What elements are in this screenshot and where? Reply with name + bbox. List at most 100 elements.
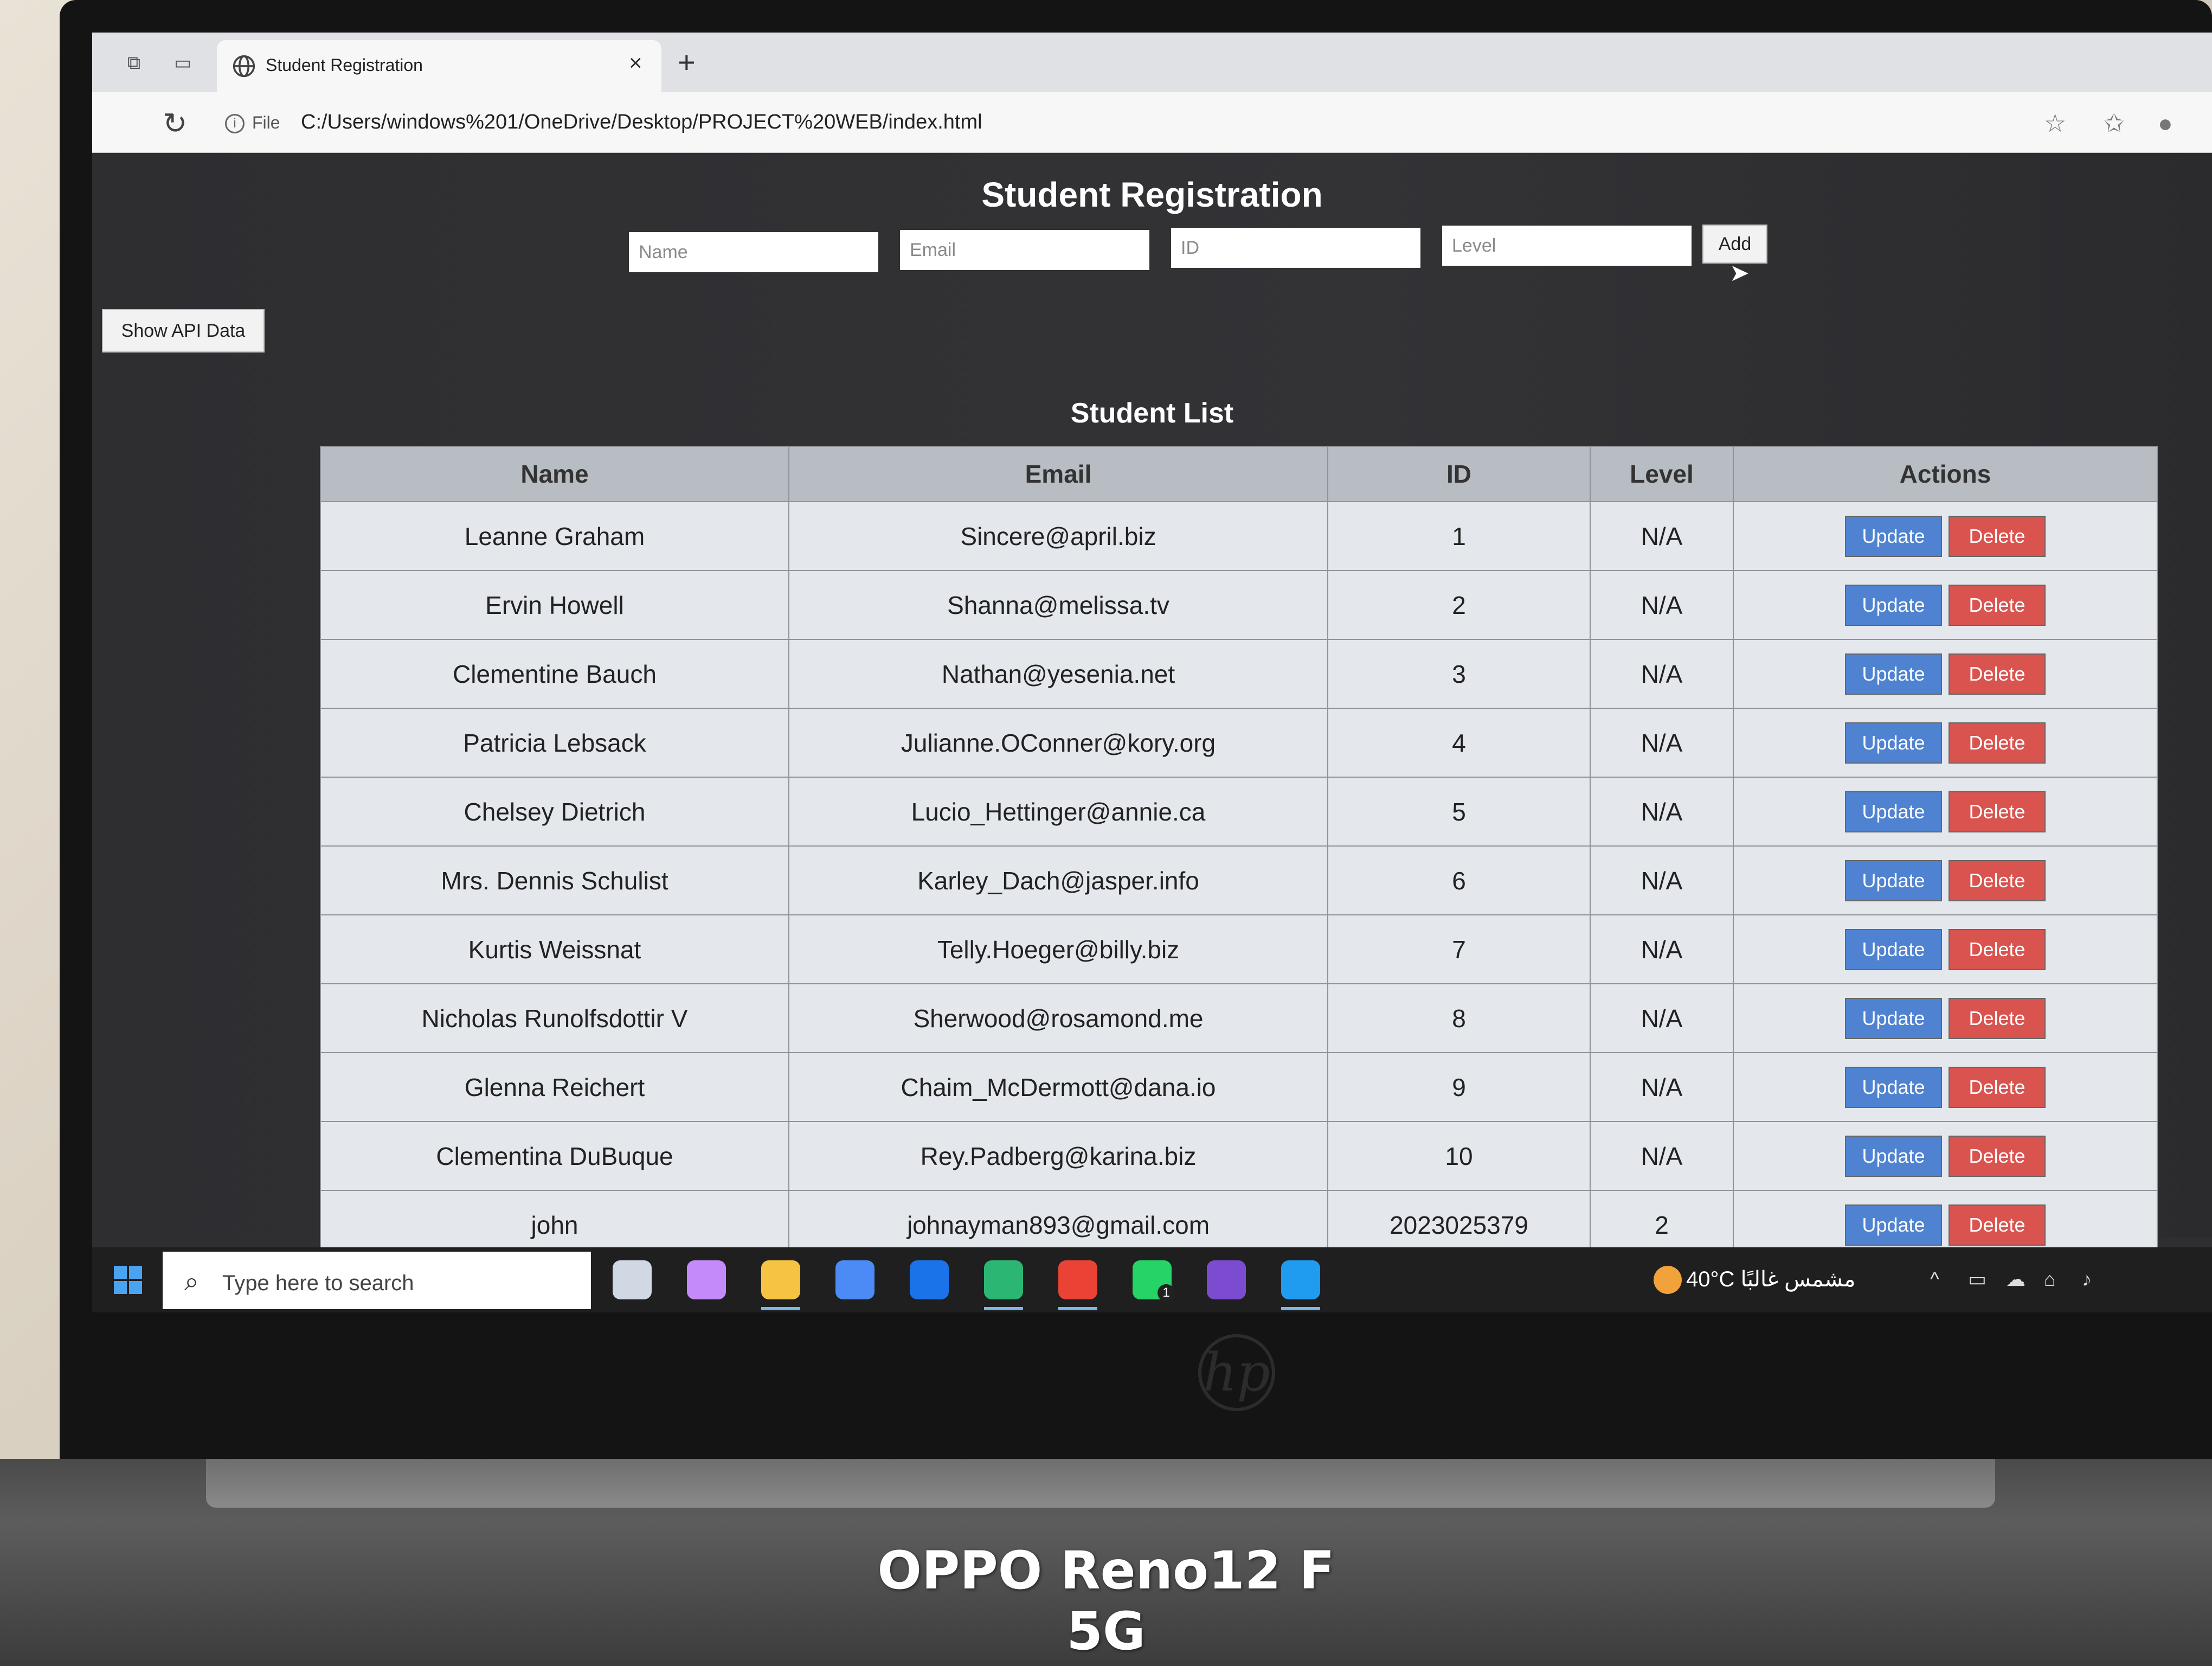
search-icon: ⌕ bbox=[184, 1267, 199, 1296]
cell-email: Nathan@yesenia.net bbox=[788, 639, 1328, 709]
visual-studio-icon[interactable] bbox=[1207, 1260, 1246, 1299]
store-icon[interactable] bbox=[835, 1260, 874, 1299]
update-button[interactable]: Update bbox=[1845, 928, 1942, 970]
close-tab-icon[interactable]: × bbox=[629, 50, 642, 76]
copilot-icon[interactable] bbox=[687, 1260, 726, 1299]
cell-level: N/A bbox=[1590, 1121, 1734, 1191]
laptop-hinge bbox=[206, 1459, 1995, 1508]
cell-name: Leanne Graham bbox=[320, 501, 789, 571]
page-content: Student Registration Add ➤ Show API Data… bbox=[92, 153, 2212, 1260]
delete-button[interactable]: Delete bbox=[1949, 515, 2046, 557]
screen: ⧉ ▭ Student Registration × + ↻ i File C:… bbox=[92, 33, 2212, 1312]
delete-button[interactable]: Delete bbox=[1949, 860, 2046, 901]
update-button[interactable]: Update bbox=[1845, 1135, 1942, 1177]
cell-level: N/A bbox=[1590, 845, 1734, 915]
update-button[interactable]: Update bbox=[1845, 584, 1942, 626]
windows-start-icon[interactable] bbox=[114, 1266, 142, 1294]
cell-id: 4 bbox=[1327, 708, 1591, 778]
whatsapp-icon[interactable]: 1 bbox=[1133, 1260, 1175, 1302]
cell-email: Karley_Dach@jasper.info bbox=[788, 845, 1328, 915]
network-icon[interactable]: ⌂ bbox=[2044, 1268, 2056, 1291]
table-row: Clementina DuBuque Rey.Padberg@karina.biz… bbox=[320, 1121, 2158, 1191]
show-api-data-button[interactable]: Show API Data bbox=[102, 309, 265, 353]
outlook-icon[interactable] bbox=[910, 1260, 949, 1299]
onedrive-icon[interactable]: ☁ bbox=[2006, 1268, 2025, 1291]
delete-button[interactable]: Delete bbox=[1949, 653, 2046, 695]
chrome-icon[interactable] bbox=[1058, 1260, 1097, 1299]
email-input[interactable] bbox=[900, 230, 1149, 270]
vscode-icon[interactable] bbox=[1281, 1260, 1320, 1299]
delete-button[interactable]: Delete bbox=[1949, 928, 2046, 970]
page-title: Student Registration bbox=[981, 175, 1323, 214]
cell-id: 2 bbox=[1327, 570, 1591, 640]
cell-id: 3 bbox=[1327, 639, 1591, 709]
delete-button[interactable]: Delete bbox=[1949, 584, 2046, 626]
add-button[interactable]: Add bbox=[1702, 225, 1767, 264]
delete-button[interactable]: Delete bbox=[1949, 722, 2046, 764]
info-icon[interactable]: i bbox=[225, 114, 245, 133]
table-row: Patricia Lebsack Julianne.OConner@kory.or… bbox=[320, 708, 2158, 778]
browser-tab[interactable]: Student Registration × bbox=[217, 40, 661, 92]
cell-actions: Update Delete bbox=[1733, 914, 2158, 984]
update-button[interactable]: Update bbox=[1845, 722, 1942, 764]
column-header-actions: Actions bbox=[1733, 446, 2158, 502]
url-field[interactable]: C:/Users/windows%201/OneDrive/Desktop/PR… bbox=[301, 111, 982, 134]
delete-button[interactable]: Delete bbox=[1949, 997, 2046, 1039]
cell-email: Lucio_Hettinger@annie.ca bbox=[788, 777, 1328, 847]
new-tab-button[interactable]: + bbox=[678, 44, 696, 80]
table-row: Leanne Graham Sincere@april.biz 1 N/A Update… bbox=[320, 501, 2158, 571]
update-button[interactable]: Update bbox=[1845, 860, 1942, 901]
weather-icon[interactable] bbox=[1654, 1266, 1682, 1294]
level-input[interactable] bbox=[1442, 226, 1692, 266]
update-button[interactable]: Update bbox=[1845, 1204, 1942, 1246]
volume-icon[interactable]: ♪ bbox=[2082, 1268, 2092, 1291]
update-button[interactable]: Update bbox=[1845, 1066, 1942, 1108]
favorites-icon[interactable]: ✩ bbox=[2104, 108, 2125, 138]
name-input[interactable] bbox=[629, 232, 878, 272]
chevron-up-icon[interactable]: ^ bbox=[1930, 1268, 1939, 1291]
reload-icon[interactable]: ↻ bbox=[163, 106, 187, 140]
cell-email: Sherwood@rosamond.me bbox=[788, 983, 1328, 1053]
update-button[interactable]: Update bbox=[1845, 515, 1942, 557]
cell-level: N/A bbox=[1590, 708, 1734, 778]
tab-actions-icon[interactable]: ▭ bbox=[171, 52, 195, 74]
delete-button[interactable]: Delete bbox=[1949, 1204, 2046, 1246]
delete-button[interactable]: Delete bbox=[1949, 1135, 2046, 1177]
delete-button[interactable]: Delete bbox=[1949, 791, 2046, 832]
cell-name: Chelsey Dietrich bbox=[320, 777, 789, 847]
hp-logo: hp bbox=[1198, 1334, 1275, 1411]
battery-icon[interactable]: ▭ bbox=[1968, 1268, 1986, 1291]
task-view-icon[interactable] bbox=[613, 1260, 652, 1299]
taskbar-search-box[interactable]: ⌕ Type here to search bbox=[163, 1252, 591, 1309]
file-label: File bbox=[252, 113, 280, 132]
update-button[interactable]: Update bbox=[1845, 791, 1942, 832]
edge-icon[interactable] bbox=[984, 1260, 1023, 1299]
mouse-cursor-icon: ➤ bbox=[1729, 260, 1750, 286]
column-header-id: ID bbox=[1327, 446, 1591, 502]
weather-text[interactable]: 40°C مشمس غالبًا bbox=[1686, 1267, 1855, 1292]
delete-button[interactable]: Delete bbox=[1949, 1066, 2046, 1108]
update-button[interactable]: Update bbox=[1845, 997, 1942, 1039]
table-row: Glenna Reichert Chaim_McDermott@dana.io 9 N… bbox=[320, 1052, 2158, 1122]
tab-title: Student Registration bbox=[266, 55, 423, 75]
table-row: Nicholas Runolfsdottir V Sherwood@rosamon… bbox=[320, 983, 2158, 1053]
cell-id: 1 bbox=[1327, 501, 1591, 571]
workspaces-icon[interactable]: ⧉ bbox=[122, 52, 146, 74]
cell-actions: Update Delete bbox=[1733, 983, 2158, 1053]
profile-icon[interactable]: ● bbox=[2158, 108, 2173, 138]
cell-email: Shanna@melissa.tv bbox=[788, 570, 1328, 640]
cell-name: Kurtis Weissnat bbox=[320, 914, 789, 984]
cell-name: Mrs. Dennis Schulist bbox=[320, 845, 789, 915]
cell-actions: Update Delete bbox=[1733, 570, 2158, 640]
cell-actions: Update Delete bbox=[1733, 1052, 2158, 1122]
cell-actions: Update Delete bbox=[1733, 777, 2158, 847]
file-explorer-icon[interactable] bbox=[761, 1260, 800, 1299]
favorite-star-icon[interactable]: ☆ bbox=[2044, 108, 2066, 138]
cell-email: Chaim_McDermott@dana.io bbox=[788, 1052, 1328, 1122]
table-row: Chelsey Dietrich Lucio_Hettinger@annie.ca… bbox=[320, 777, 2158, 847]
id-input[interactable] bbox=[1171, 228, 1420, 268]
cell-email: Telly.Hoeger@billy.biz bbox=[788, 914, 1328, 984]
cell-level: N/A bbox=[1590, 1052, 1734, 1122]
update-button[interactable]: Update bbox=[1845, 653, 1942, 695]
browser-tab-bar: ⧉ ▭ Student Registration × + bbox=[92, 33, 2212, 92]
